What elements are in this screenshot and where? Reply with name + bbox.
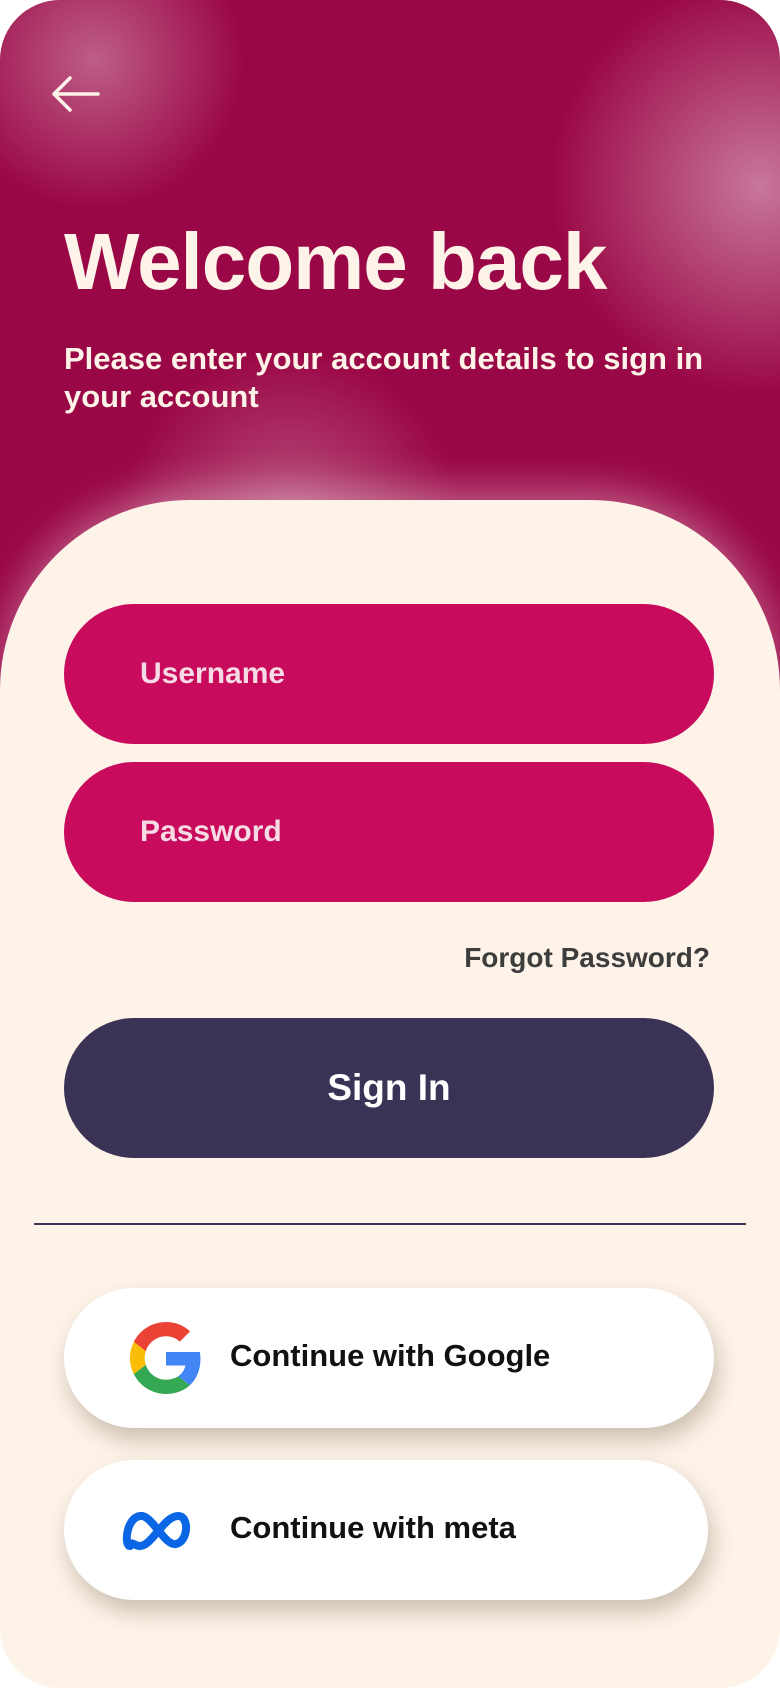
username-input[interactable] (64, 604, 714, 744)
meta-icon (122, 1494, 194, 1566)
divider (34, 1223, 746, 1225)
google-button-label: Continue with Google (230, 1338, 551, 1373)
back-button[interactable] (48, 72, 102, 116)
forgot-password-link[interactable]: Forgot Password? (464, 942, 710, 974)
meta-button-label: Continue with meta (230, 1510, 516, 1545)
page-subtitle: Please enter your account details to sig… (64, 341, 704, 414)
continue-with-google-button[interactable]: Continue with Google (64, 1288, 714, 1428)
arrow-left-icon (52, 76, 100, 112)
sign-in-screen: Welcome back Please enter your account d… (0, 0, 780, 1688)
sign-in-button[interactable]: Sign In (64, 1018, 714, 1158)
password-input[interactable] (64, 762, 714, 902)
page-title: Welcome back (64, 217, 607, 306)
google-icon (130, 1322, 202, 1394)
continue-with-meta-button[interactable]: Continue with meta (64, 1460, 708, 1600)
